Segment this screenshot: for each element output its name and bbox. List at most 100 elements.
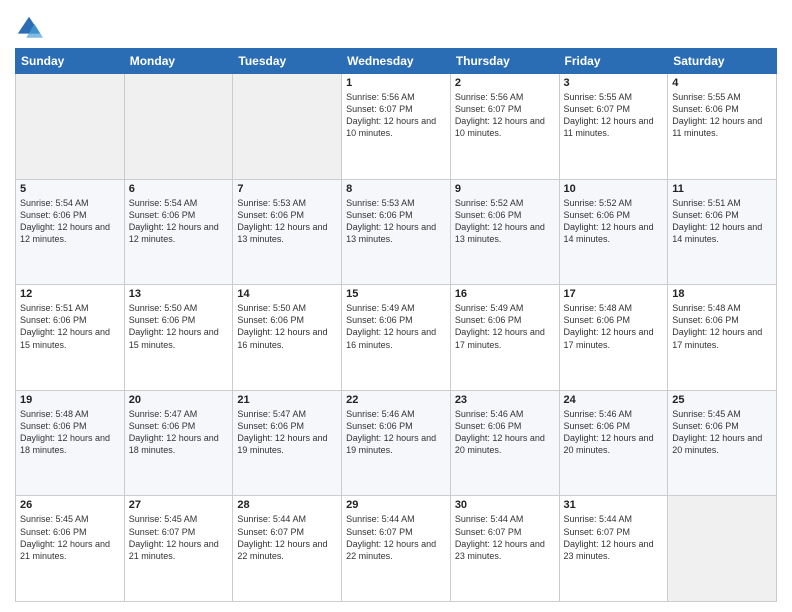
- calendar-week: 12Sunrise: 5:51 AMSunset: 6:06 PMDayligh…: [16, 285, 777, 391]
- calendar-day: [124, 74, 233, 180]
- day-number: 18: [672, 288, 772, 300]
- day-number: 24: [564, 394, 664, 406]
- calendar-day: 22 Sunrise: 5:46 AMSunset: 6:06 PMDayligh…: [342, 390, 451, 496]
- calendar-day: 4Sunrise: 5:55 AMSunset: 6:06 PMDaylight…: [668, 74, 777, 180]
- day-info: Sunrise: 5:47 AMSunset: 6:06 PMDaylight:…: [129, 408, 229, 457]
- page: SundayMondayTuesdayWednesdayThursdayFrid…: [0, 0, 792, 612]
- day-number: 6: [129, 183, 229, 195]
- calendar-body: 1 Sunrise: 5:56 AMSunset: 6:07 PMDaylight…: [16, 74, 777, 602]
- day-number: 3: [564, 77, 664, 89]
- calendar-day: 31 Sunrise: 5:44 AMSunset: 6:07 PMDayligh…: [559, 496, 668, 602]
- calendar-day: 28Sunrise: 5:44 AMSunset: 6:07 PMDayligh…: [233, 496, 342, 602]
- day-info: Sunrise: 5:53 AMSunset: 6:06 PMDaylight:…: [346, 197, 446, 246]
- day-header: Saturday: [668, 49, 777, 74]
- day-number: 26: [20, 499, 120, 511]
- day-number: 23: [455, 394, 555, 406]
- day-number: 13: [129, 288, 229, 300]
- day-number: 31: [564, 499, 664, 511]
- day-number: 15: [346, 288, 446, 300]
- day-info: Sunrise: 5:52 AMSunset: 6:06 PMDaylight:…: [455, 197, 555, 246]
- calendar-day: 29 Sunrise: 5:44 AMSunset: 6:07 PMDayligh…: [342, 496, 451, 602]
- calendar-week: 26 Sunrise: 5:45 AMSunset: 6:06 PMDayligh…: [16, 496, 777, 602]
- day-info: Sunrise: 5:44 AMSunset: 6:07 PMDaylight:…: [564, 513, 664, 562]
- calendar-day: 16 Sunrise: 5:49 AMSunset: 6:06 PMDayligh…: [450, 285, 559, 391]
- day-info: Sunrise: 5:53 AMSunset: 6:06 PMDaylight:…: [237, 197, 337, 246]
- day-number: 9: [455, 183, 555, 195]
- calendar-day: [668, 496, 777, 602]
- day-number: 17: [564, 288, 664, 300]
- day-header: Tuesday: [233, 49, 342, 74]
- day-info: Sunrise: 5:45 AMSunset: 6:06 PMDaylight:…: [672, 408, 772, 457]
- day-info: Sunrise: 5:50 AMSunset: 6:06 PMDaylight:…: [129, 302, 229, 351]
- day-number: 8: [346, 183, 446, 195]
- logo: [15, 14, 47, 42]
- calendar-week: 19Sunrise: 5:48 AMSunset: 6:06 PMDayligh…: [16, 390, 777, 496]
- calendar-day: 3 Sunrise: 5:55 AMSunset: 6:07 PMDaylight…: [559, 74, 668, 180]
- calendar-day: 20Sunrise: 5:47 AMSunset: 6:06 PMDayligh…: [124, 390, 233, 496]
- day-header: Sunday: [16, 49, 125, 74]
- day-number: 25: [672, 394, 772, 406]
- day-number: 21: [237, 394, 337, 406]
- day-info: Sunrise: 5:52 AMSunset: 6:06 PMDaylight:…: [564, 197, 664, 246]
- day-info: Sunrise: 5:54 AMSunset: 6:06 PMDaylight:…: [129, 197, 229, 246]
- day-info: Sunrise: 5:50 AMSunset: 6:06 PMDaylight:…: [237, 302, 337, 351]
- day-number: 30: [455, 499, 555, 511]
- calendar-day: 6 Sunrise: 5:54 AMSunset: 6:06 PMDaylight…: [124, 179, 233, 285]
- calendar-day: 19Sunrise: 5:48 AMSunset: 6:06 PMDayligh…: [16, 390, 125, 496]
- calendar-day: 11Sunrise: 5:51 AMSunset: 6:06 PMDayligh…: [668, 179, 777, 285]
- calendar-day: 18Sunrise: 5:48 AMSunset: 6:06 PMDayligh…: [668, 285, 777, 391]
- day-header: Friday: [559, 49, 668, 74]
- day-number: 7: [237, 183, 337, 195]
- day-number: 12: [20, 288, 120, 300]
- calendar-table: SundayMondayTuesdayWednesdayThursdayFrid…: [15, 48, 777, 602]
- day-number: 29: [346, 499, 446, 511]
- calendar-week: 1 Sunrise: 5:56 AMSunset: 6:07 PMDaylight…: [16, 74, 777, 180]
- day-info: Sunrise: 5:55 AMSunset: 6:07 PMDaylight:…: [564, 91, 664, 140]
- day-header: Monday: [124, 49, 233, 74]
- day-number: 14: [237, 288, 337, 300]
- header: [15, 10, 777, 42]
- calendar-day: 23 Sunrise: 5:46 AMSunset: 6:06 PMDayligh…: [450, 390, 559, 496]
- calendar-day: 10 Sunrise: 5:52 AMSunset: 6:06 PMDayligh…: [559, 179, 668, 285]
- calendar-day: [16, 74, 125, 180]
- day-info: Sunrise: 5:56 AMSunset: 6:07 PMDaylight:…: [346, 91, 446, 140]
- day-info: Sunrise: 5:47 AMSunset: 6:06 PMDaylight:…: [237, 408, 337, 457]
- day-info: Sunrise: 5:46 AMSunset: 6:06 PMDaylight:…: [564, 408, 664, 457]
- day-number: 2: [455, 77, 555, 89]
- calendar-day: 13 Sunrise: 5:50 AMSunset: 6:06 PMDayligh…: [124, 285, 233, 391]
- day-info: Sunrise: 5:44 AMSunset: 6:07 PMDaylight:…: [346, 513, 446, 562]
- day-number: 27: [129, 499, 229, 511]
- day-number: 19: [20, 394, 120, 406]
- calendar-day: 8 Sunrise: 5:53 AMSunset: 6:06 PMDaylight…: [342, 179, 451, 285]
- day-number: 1: [346, 77, 446, 89]
- day-info: Sunrise: 5:49 AMSunset: 6:06 PMDaylight:…: [455, 302, 555, 351]
- day-number: 4: [672, 77, 772, 89]
- logo-icon: [15, 14, 43, 42]
- day-info: Sunrise: 5:48 AMSunset: 6:06 PMDaylight:…: [564, 302, 664, 351]
- day-info: Sunrise: 5:49 AMSunset: 6:06 PMDaylight:…: [346, 302, 446, 351]
- day-number: 22: [346, 394, 446, 406]
- calendar-day: [233, 74, 342, 180]
- day-header: Thursday: [450, 49, 559, 74]
- calendar-day: 5Sunrise: 5:54 AMSunset: 6:06 PMDaylight…: [16, 179, 125, 285]
- calendar-day: 26 Sunrise: 5:45 AMSunset: 6:06 PMDayligh…: [16, 496, 125, 602]
- day-info: Sunrise: 5:44 AMSunset: 6:07 PMDaylight:…: [237, 513, 337, 562]
- day-number: 5: [20, 183, 120, 195]
- day-number: 10: [564, 183, 664, 195]
- day-info: Sunrise: 5:56 AMSunset: 6:07 PMDaylight:…: [455, 91, 555, 140]
- calendar-day: 12Sunrise: 5:51 AMSunset: 6:06 PMDayligh…: [16, 285, 125, 391]
- calendar-week: 5 Sunrise: 5:54 AMSunset: 6:06 PMDaylight…: [16, 179, 777, 285]
- calendar-day: 27 Sunrise: 5:45 AMSunset: 6:07 PMDayligh…: [124, 496, 233, 602]
- day-info: Sunrise: 5:46 AMSunset: 6:06 PMDaylight:…: [346, 408, 446, 457]
- calendar-day: 7 Sunrise: 5:53 AMSunset: 6:06 PMDaylight…: [233, 179, 342, 285]
- day-number: 16: [455, 288, 555, 300]
- calendar-day: 15 Sunrise: 5:49 AMSunset: 6:06 PMDayligh…: [342, 285, 451, 391]
- day-info: Sunrise: 5:51 AMSunset: 6:06 PMDaylight:…: [672, 197, 772, 246]
- calendar-header: SundayMondayTuesdayWednesdayThursdayFrid…: [16, 49, 777, 74]
- calendar-day: 14 Sunrise: 5:50 AMSunset: 6:06 PMDayligh…: [233, 285, 342, 391]
- day-info: Sunrise: 5:45 AMSunset: 6:07 PMDaylight:…: [129, 513, 229, 562]
- calendar-day: 25 Sunrise: 5:45 AMSunset: 6:06 PMDayligh…: [668, 390, 777, 496]
- day-info: Sunrise: 5:46 AMSunset: 6:06 PMDaylight:…: [455, 408, 555, 457]
- calendar-day: 21 Sunrise: 5:47 AMSunset: 6:06 PMDayligh…: [233, 390, 342, 496]
- day-info: Sunrise: 5:45 AMSunset: 6:06 PMDaylight:…: [20, 513, 120, 562]
